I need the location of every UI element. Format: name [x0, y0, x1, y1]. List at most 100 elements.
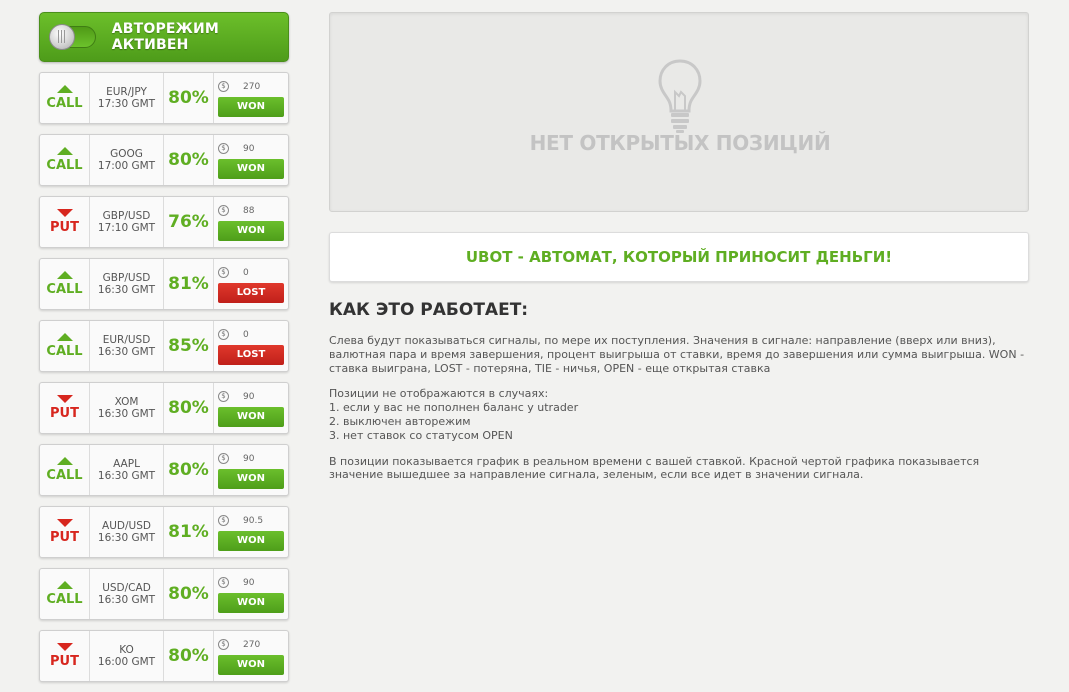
signal-result: $90.5 WON: [214, 507, 288, 557]
result-badge: WON: [218, 158, 284, 179]
signal-result: $90 WON: [214, 135, 288, 185]
auto-mode-label: АВТОРЕЖИМ АКТИВЕН: [111, 21, 220, 53]
amount-value: 88: [243, 205, 255, 216]
arrow-up-icon: [56, 333, 73, 341]
amount-value: 90.5: [243, 515, 264, 526]
asset-name: USD/CAD: [102, 582, 151, 594]
result-badge: WON: [218, 530, 284, 551]
how-it-works-section: КАК ЭТО РАБОТАЕТ: Слева будут показывать…: [329, 300, 1029, 494]
asset-name: GBP/USD: [102, 272, 151, 284]
arrow-up-icon: [56, 457, 73, 465]
payout-percent: 80%: [164, 135, 214, 185]
payout-percent: 85%: [164, 321, 214, 371]
signal-asset-time: EUR/USD 16:30 GMT: [90, 321, 164, 371]
direction-label: CALL: [46, 282, 83, 297]
signal-direction: CALL: [40, 569, 90, 619]
arrow-up-icon: [56, 147, 73, 155]
signal-card[interactable]: CALL AAPL 16:30 GMT 80% $90 WON: [39, 444, 289, 496]
result-badge: WON: [218, 592, 284, 613]
amount-value: 90: [243, 453, 255, 464]
signal-card[interactable]: CALL GBP/USD 16:30 GMT 81% $0 LOST: [39, 258, 289, 310]
payout-percent: 81%: [164, 507, 214, 557]
arrow-down-icon: [56, 395, 73, 403]
amount-value: 270: [243, 81, 261, 92]
signal-direction: CALL: [40, 259, 90, 309]
signal-card[interactable]: CALL USD/CAD 16:30 GMT 80% $90 WON: [39, 568, 289, 620]
list-item: 1. если у вас не пополнен баланс у utrad…: [329, 401, 579, 415]
signal-card[interactable]: CALL GOOG 17:00 GMT 80% $90 WON: [39, 134, 289, 186]
arrow-up-icon: [56, 271, 73, 279]
signal-card[interactable]: PUT AUD/USD 16:30 GMT 81% $90.5 WON: [39, 506, 289, 558]
signal-asset-time: KO 16:00 GMT: [90, 631, 164, 681]
chart-description: В позиции показывается график в реальном…: [329, 454, 980, 482]
payout-percent: 76%: [164, 197, 214, 247]
promo-banner: UBOT - АВТОМАТ, КОТОРЫЙ ПРИНОСИТ ДЕНЬГИ!: [329, 232, 1029, 282]
signal-card[interactable]: PUT KO 16:00 GMT 80% $270 WON: [39, 630, 289, 682]
arrow-down-icon: [56, 519, 73, 527]
coin-icon: $: [218, 391, 229, 402]
signal-result: $270 WON: [214, 73, 288, 123]
signal-direction: PUT: [40, 197, 90, 247]
signal-asset-time: GOOG 17:00 GMT: [90, 135, 164, 185]
lightbulb-icon: [658, 59, 702, 133]
result-badge: WON: [218, 96, 284, 117]
coin-icon: $: [218, 577, 229, 588]
payout-amount: $90: [218, 452, 284, 466]
signal-card[interactable]: PUT GBP/USD 17:10 GMT 76% $88 WON: [39, 196, 289, 248]
direction-label: PUT: [50, 530, 79, 545]
signal-direction: PUT: [40, 507, 90, 557]
coin-icon: $: [218, 81, 229, 92]
result-badge: WON: [218, 654, 284, 675]
result-badge: WON: [218, 406, 284, 427]
expiry-time: 16:30 GMT: [97, 284, 156, 296]
payout-amount: $88: [218, 204, 284, 218]
coin-icon: $: [218, 329, 229, 340]
payout-percent: 80%: [164, 569, 214, 619]
arrow-up-icon: [56, 85, 73, 93]
payout-amount: $270: [218, 80, 284, 94]
arrow-down-icon: [56, 643, 73, 651]
signal-card[interactable]: CALL EUR/USD 16:30 GMT 85% $0 LOST: [39, 320, 289, 372]
signal-direction: CALL: [40, 135, 90, 185]
signal-result: $0 LOST: [214, 321, 288, 371]
no-positions-text: НЕТ ОТКРЫТЫХ ПОЗИЦИЙ: [529, 131, 831, 155]
direction-label: CALL: [46, 344, 83, 359]
result-badge: WON: [218, 468, 284, 489]
expiry-time: 16:30 GMT: [97, 346, 156, 358]
asset-name: XOM: [114, 396, 139, 408]
signal-asset-time: AUD/USD 16:30 GMT: [90, 507, 164, 557]
amount-value: 0: [243, 329, 249, 340]
payout-amount: $0: [218, 266, 284, 280]
signal-result: $90 WON: [214, 445, 288, 495]
payout-amount: $90.5: [218, 514, 284, 528]
payout-amount: $90: [218, 390, 284, 404]
list-intro: Позиции не отображаются в случаях:: [329, 387, 549, 401]
list-item: 3. нет ставок со статусом OPEN: [329, 428, 513, 442]
expiry-time: 16:30 GMT: [97, 470, 156, 482]
result-badge: LOST: [218, 282, 284, 303]
asset-name: AAPL: [113, 458, 140, 470]
expiry-time: 17:10 GMT: [97, 222, 156, 234]
auto-mode-toggle[interactable]: [49, 24, 96, 50]
direction-label: PUT: [50, 406, 79, 421]
direction-label: PUT: [50, 220, 79, 235]
signal-direction: CALL: [40, 445, 90, 495]
asset-name: AUD/USD: [102, 520, 151, 532]
signal-direction: CALL: [40, 73, 90, 123]
payout-amount: $90: [218, 576, 284, 590]
hidden-positions-list: Позиции не отображаются в случаях: 1. ес…: [329, 387, 1029, 442]
signal-asset-time: XOM 16:30 GMT: [90, 383, 164, 433]
signal-card[interactable]: PUT XOM 16:30 GMT 80% $90 WON: [39, 382, 289, 434]
amount-value: 90: [243, 577, 255, 588]
amount-value: 270: [243, 639, 261, 650]
payout-amount: $90: [218, 142, 284, 156]
signal-asset-time: GBP/USD 16:30 GMT: [90, 259, 164, 309]
direction-label: CALL: [46, 468, 83, 483]
auto-mode-button[interactable]: АВТОРЕЖИМ АКТИВЕН: [39, 12, 289, 62]
arrow-down-icon: [56, 209, 73, 217]
list-item: 2. выключен авторежим: [329, 414, 471, 428]
signal-card[interactable]: CALL EUR/JPY 17:30 GMT 80% $270 WON: [39, 72, 289, 124]
direction-label: CALL: [46, 592, 83, 607]
signal-result: $0 LOST: [214, 259, 288, 309]
payout-percent: 80%: [164, 73, 214, 123]
